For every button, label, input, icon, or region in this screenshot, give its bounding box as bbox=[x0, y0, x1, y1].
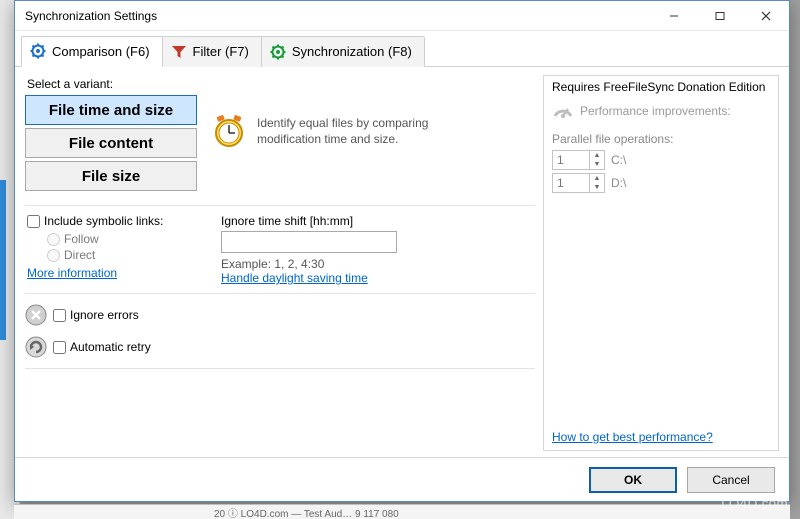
spinner-up-icon[interactable]: ▲ bbox=[590, 174, 604, 183]
right-column: Requires FreeFileSync Donation Edition P… bbox=[543, 75, 779, 451]
ignore-errors-checkbox[interactable]: Ignore errors bbox=[53, 308, 139, 322]
parallel-drive-1: D:\ bbox=[611, 176, 626, 190]
retry-icon bbox=[25, 336, 47, 358]
automatic-retry-input[interactable] bbox=[53, 341, 66, 354]
gear-green-icon bbox=[270, 44, 286, 60]
parallel-row-0: ▲▼ C:\ bbox=[552, 150, 770, 170]
symbolic-follow-input[interactable] bbox=[47, 233, 60, 246]
variant-description: Identify equal files by comparing modifi… bbox=[211, 95, 487, 149]
variant-description-text: Identify equal files by comparing modifi… bbox=[257, 115, 487, 147]
symbolic-direct-input[interactable] bbox=[47, 249, 60, 262]
symbolic-follow-radio[interactable]: Follow bbox=[47, 232, 199, 246]
ignore-errors-input[interactable] bbox=[53, 309, 66, 322]
content-area: Select a variant: File time and size Fil… bbox=[15, 67, 789, 457]
performance-heading: Performance improvements: bbox=[552, 100, 770, 122]
spinner-down-icon[interactable]: ▼ bbox=[590, 160, 604, 169]
tab-synchronization-label: Synchronization (F8) bbox=[292, 44, 412, 59]
time-shift-group: Ignore time shift [hh:mm] Example: 1, 2,… bbox=[221, 214, 397, 285]
variant-size-button[interactable]: File size bbox=[25, 161, 197, 191]
left-column: Select a variant: File time and size Fil… bbox=[25, 75, 535, 451]
best-performance-link[interactable]: How to get best performance? bbox=[552, 430, 713, 444]
watermark-text: LO4D.com bbox=[721, 496, 788, 511]
time-shift-input[interactable] bbox=[221, 231, 397, 253]
sync-settings-window: Synchronization Settings Comparison (F6 bbox=[14, 0, 790, 502]
parallel-input-1[interactable] bbox=[553, 174, 589, 192]
variant-time-size-button[interactable]: File time and size bbox=[25, 95, 197, 125]
automatic-retry-label: Automatic retry bbox=[70, 340, 151, 354]
symbolic-links-group: Include symbolic links: Follow Direct bbox=[27, 214, 199, 285]
gear-icon bbox=[30, 43, 46, 59]
close-button[interactable] bbox=[743, 1, 789, 30]
performance-label: Performance improvements: bbox=[580, 104, 731, 118]
parallel-spinner-1[interactable]: ▲▼ bbox=[552, 173, 605, 193]
parallel-spinner-0[interactable]: ▲▼ bbox=[552, 150, 605, 170]
maximize-button[interactable] bbox=[697, 1, 743, 30]
minimize-button[interactable] bbox=[651, 1, 697, 30]
ignore-errors-label: Ignore errors bbox=[70, 308, 139, 322]
time-shift-example: Example: 1, 2, 4:30 bbox=[221, 257, 397, 271]
background-statusbar-text: 20 ⓘ LO4D.com — Test Aud… 9 117 080 bbox=[214, 505, 399, 519]
symbolic-direct-radio[interactable]: Direct bbox=[47, 248, 199, 262]
symbolic-follow-label: Follow bbox=[64, 232, 99, 246]
donation-required-text: Requires FreeFileSync Donation Edition bbox=[552, 80, 770, 94]
cancel-button[interactable]: Cancel bbox=[687, 467, 775, 493]
dialog-footer: OK Cancel bbox=[15, 457, 789, 501]
tab-filter-label: Filter (F7) bbox=[193, 44, 249, 59]
dst-link[interactable]: Handle daylight saving time bbox=[221, 271, 368, 285]
spinner-down-icon[interactable]: ▼ bbox=[590, 183, 604, 192]
include-symbolic-input[interactable] bbox=[27, 215, 40, 228]
parallel-ops-label: Parallel file operations: bbox=[552, 132, 770, 146]
tab-filter[interactable]: Filter (F7) bbox=[162, 36, 262, 67]
tab-synchronization[interactable]: Synchronization (F8) bbox=[261, 36, 425, 67]
ok-button[interactable]: OK bbox=[589, 467, 677, 493]
spinner-up-icon[interactable]: ▲ bbox=[590, 151, 604, 160]
titlebar: Synchronization Settings bbox=[15, 1, 789, 31]
include-symbolic-checkbox[interactable]: Include symbolic links: bbox=[27, 214, 199, 228]
variant-buttons: File time and size File content File siz… bbox=[25, 95, 197, 191]
variant-content-button[interactable]: File content bbox=[25, 128, 197, 158]
window-title: Synchronization Settings bbox=[25, 9, 651, 23]
include-symbolic-label: Include symbolic links: bbox=[44, 214, 163, 228]
parallel-drive-0: C:\ bbox=[611, 153, 626, 167]
tab-comparison[interactable]: Comparison (F6) bbox=[21, 36, 163, 67]
variant-label: Select a variant: bbox=[27, 77, 535, 91]
parallel-row-1: ▲▼ D:\ bbox=[552, 173, 770, 193]
tabs: Comparison (F6) Filter (F7) Synchronizat… bbox=[15, 31, 789, 67]
time-shift-label: Ignore time shift [hh:mm] bbox=[221, 214, 397, 228]
parallel-input-0[interactable] bbox=[553, 151, 589, 169]
tab-comparison-label: Comparison (F6) bbox=[52, 44, 150, 59]
symbolic-direct-label: Direct bbox=[64, 248, 95, 262]
clock-icon bbox=[211, 113, 247, 149]
funnel-icon bbox=[171, 44, 187, 60]
gauge-icon bbox=[552, 100, 574, 122]
error-x-icon bbox=[25, 304, 47, 326]
automatic-retry-checkbox[interactable]: Automatic retry bbox=[53, 340, 151, 354]
window-controls bbox=[651, 1, 789, 30]
background-selection-strip bbox=[0, 180, 6, 340]
background-statusbar: 20 ⓘ LO4D.com — Test Aud… 9 117 080 bbox=[14, 504, 790, 519]
more-info-link[interactable]: More information bbox=[27, 266, 117, 280]
